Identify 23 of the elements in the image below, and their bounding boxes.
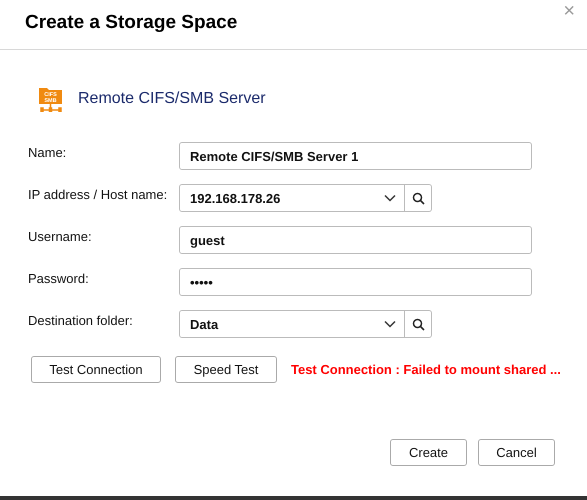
field-label: Password: bbox=[28, 270, 90, 286]
server-type-title: Remote CIFS/SMB Server bbox=[78, 90, 266, 108]
search-icon bbox=[412, 318, 424, 330]
dropdown-field[interactable]: 192.168.178.26 bbox=[179, 184, 405, 212]
test-button[interactable]: Test Connection bbox=[31, 356, 161, 383]
dialog-button[interactable]: Cancel bbox=[478, 439, 555, 466]
search-icon bbox=[412, 192, 424, 204]
field-label: IP address / Host name: bbox=[28, 186, 168, 202]
search-button[interactable] bbox=[405, 310, 432, 338]
chevron-down-icon bbox=[384, 194, 396, 202]
field-label: Name: bbox=[28, 144, 68, 160]
test-button[interactable]: Speed Test bbox=[175, 356, 277, 383]
dropdown-field[interactable]: Data bbox=[179, 310, 405, 338]
input-field[interactable]: Remote CIFS/SMB Server 1 bbox=[179, 142, 532, 170]
error-message: Test Connection : Failed to mount shared ... bbox=[291, 362, 561, 377]
field-label: Username: bbox=[28, 228, 93, 244]
dialog-button[interactable]: Create bbox=[390, 439, 467, 466]
input-field[interactable]: guest bbox=[179, 226, 532, 254]
chevron-down-icon bbox=[384, 320, 396, 328]
dialog-title: Create a Storage Space bbox=[25, 12, 238, 34]
input-field[interactable]: ••••• bbox=[179, 268, 532, 296]
search-button[interactable] bbox=[405, 184, 432, 212]
field-label: Destination folder: bbox=[28, 312, 134, 328]
